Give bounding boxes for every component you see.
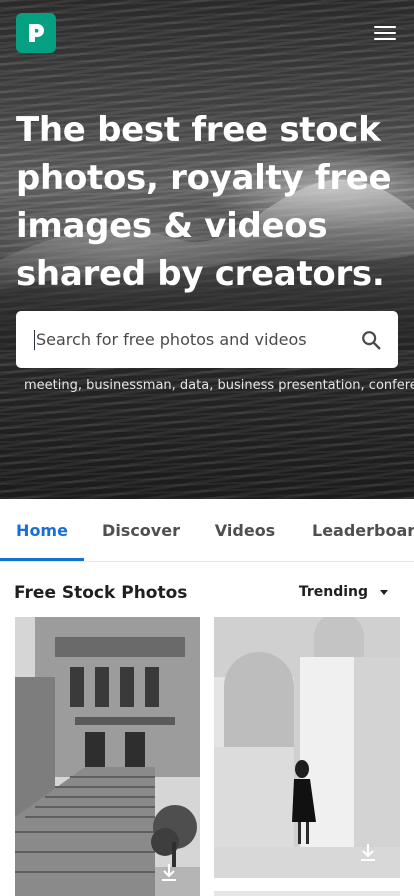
sort-label: Trending — [298, 584, 368, 600]
text-cursor — [34, 329, 35, 350]
headline-line: The best free stock — [16, 110, 381, 150]
pexels-logo-icon — [29, 24, 44, 42]
tab-videos[interactable]: Videos — [208, 499, 282, 561]
photo-woman-pillars — [214, 617, 400, 878]
hero-headline: The best free stock photos, royalty free… — [16, 106, 406, 298]
search-suggestions: meeting, businessman, data, business pre… — [24, 376, 414, 396]
search-bar[interactable] — [16, 311, 398, 368]
main-tabs: Home Discover Videos Leaderboard — [0, 499, 414, 562]
headline-line: photos, royalty free — [16, 158, 392, 198]
section-title: Free Stock Photos — [14, 583, 188, 603]
download-icon[interactable] — [159, 862, 179, 882]
search-icon[interactable] — [360, 329, 382, 351]
photo-building-stairs — [15, 617, 200, 896]
headline-line: shared by creators. — [16, 254, 385, 294]
search-input[interactable] — [36, 319, 336, 360]
logo[interactable] — [16, 13, 56, 53]
headline-line: images & videos — [16, 206, 328, 246]
photo-card[interactable] — [15, 617, 200, 896]
tab-discover[interactable]: Discover — [98, 499, 184, 561]
hero-section: The best free stock photos, royalty free… — [0, 0, 414, 499]
tab-home[interactable]: Home — [0, 499, 84, 561]
photo-card[interactable] — [214, 891, 400, 896]
download-icon[interactable] — [358, 842, 378, 862]
sort-dropdown[interactable]: Trending — [299, 584, 388, 600]
chevron-down-icon — [380, 590, 388, 595]
hamburger-menu-icon[interactable] — [374, 24, 396, 42]
photo-card[interactable] — [214, 617, 400, 878]
tab-leaderboard[interactable]: Leaderboard — [312, 499, 414, 561]
suggestion-links[interactable]: meeting, businessman, data, business pre… — [24, 378, 414, 393]
